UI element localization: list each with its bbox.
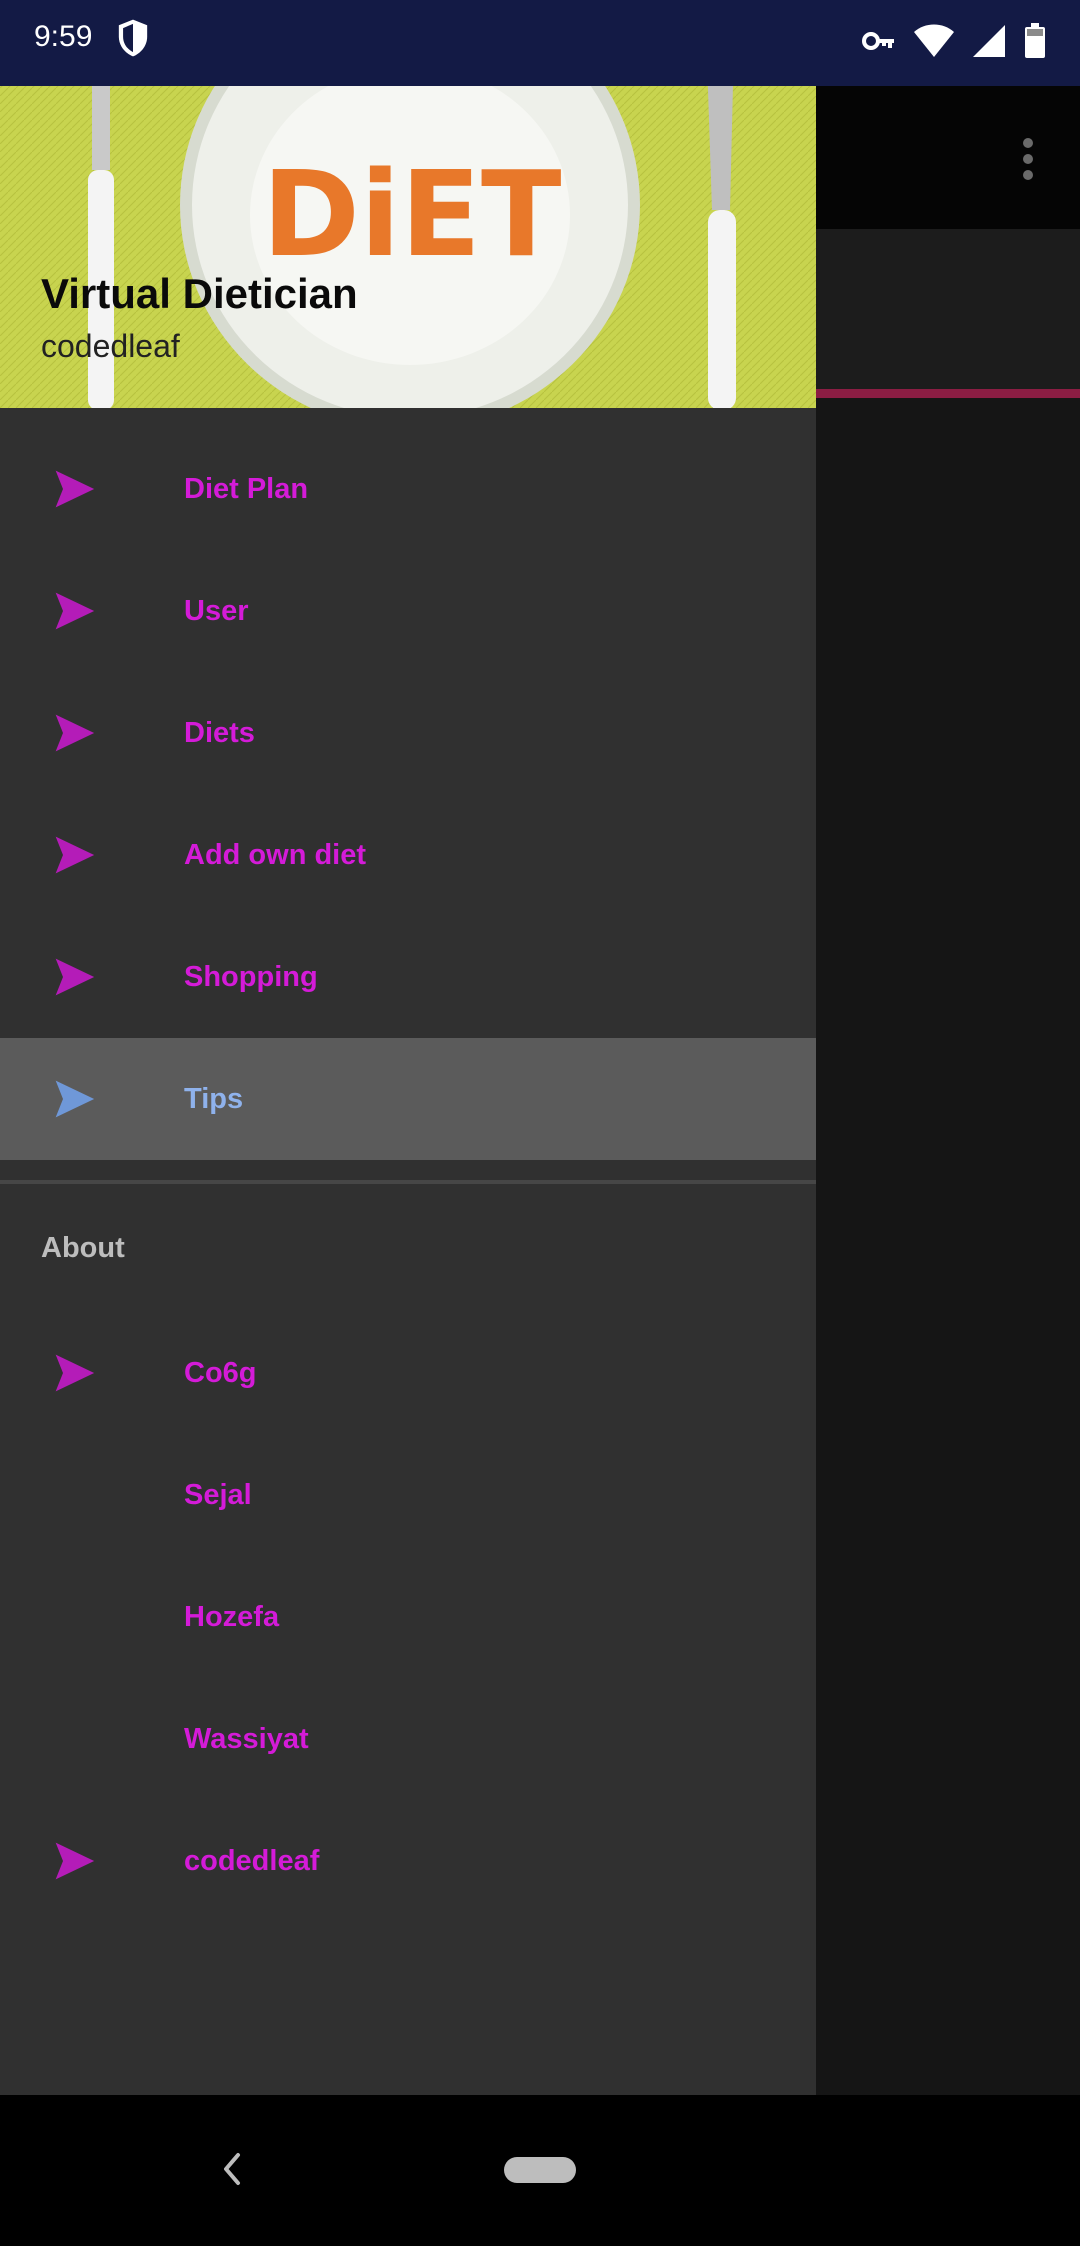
overflow-menu-icon[interactable] — [1022, 138, 1034, 182]
send-icon — [55, 836, 95, 874]
battery-icon — [1025, 23, 1045, 58]
wifi-icon — [914, 24, 954, 57]
app-subtitle: codedleaf — [41, 328, 180, 364]
send-icon — [55, 1354, 95, 1392]
diet-image-text: DiET — [262, 145, 562, 283]
menu-item-label: Sejal — [184, 1478, 252, 1511]
drawer-menu: Diet Plan User Diets Add own diet Shoppi… — [0, 428, 816, 1922]
status-icons — [862, 20, 1046, 62]
system-nav-bar — [0, 2095, 1080, 2246]
menu-item-hozefa[interactable]: Hozefa — [0, 1556, 816, 1678]
menu-item-shopping[interactable]: Shopping — [0, 916, 816, 1038]
send-icon — [55, 1842, 95, 1880]
send-icon — [55, 958, 95, 996]
navigation-drawer: DiET Virtual Dietician codedleaf Diet Pl… — [0, 0, 816, 2095]
send-icon — [55, 592, 95, 630]
status-time: 9:59 — [34, 20, 93, 53]
menu-item-label: User — [184, 594, 249, 627]
menu-item-codedleaf[interactable]: codedleaf — [0, 1800, 816, 1922]
menu-item-user[interactable]: User — [0, 550, 816, 672]
menu-item-label: codedleaf — [184, 1844, 320, 1877]
send-icon — [55, 714, 95, 752]
back-icon[interactable] — [218, 2149, 244, 2189]
menu-item-label: Tips — [184, 1082, 244, 1115]
menu-item-label: Add own diet — [184, 838, 367, 871]
menu-item-label: Diets — [184, 716, 255, 749]
menu-item-add-own-diet[interactable]: Add own diet — [0, 794, 816, 916]
menu-item-wassiyat[interactable]: Wassiyat — [0, 1678, 816, 1800]
menu-item-label: Shopping — [184, 960, 318, 993]
screen: 9:59 DiET Virtual Dietician codedleaf Di… — [0, 0, 1080, 2246]
shield-icon — [118, 19, 148, 57]
app-title: Virtual Dietician — [41, 270, 358, 317]
status-bar: 9:59 — [0, 0, 1080, 86]
menu-item-label: Hozefa — [184, 1600, 280, 1633]
cell-signal-icon — [973, 25, 1005, 57]
menu-item-label: Wassiyat — [184, 1722, 309, 1755]
menu-item-diet-plan[interactable]: Diet Plan — [0, 428, 816, 550]
menu-item-diets[interactable]: Diets — [0, 672, 816, 794]
home-pill-icon[interactable] — [504, 2157, 576, 2183]
vpn-key-icon — [862, 32, 894, 50]
menu-item-label: Co6g — [184, 1356, 257, 1389]
menu-item-sejal[interactable]: Sejal — [0, 1434, 816, 1556]
section-heading-about: About — [41, 1231, 125, 1264]
menu-item-co6g[interactable]: Co6g — [0, 1312, 816, 1434]
send-icon — [55, 1080, 95, 1118]
menu-item-label: Diet Plan — [184, 472, 309, 505]
menu-item-tips[interactable]: Tips — [0, 1038, 816, 1160]
send-icon — [55, 470, 95, 508]
